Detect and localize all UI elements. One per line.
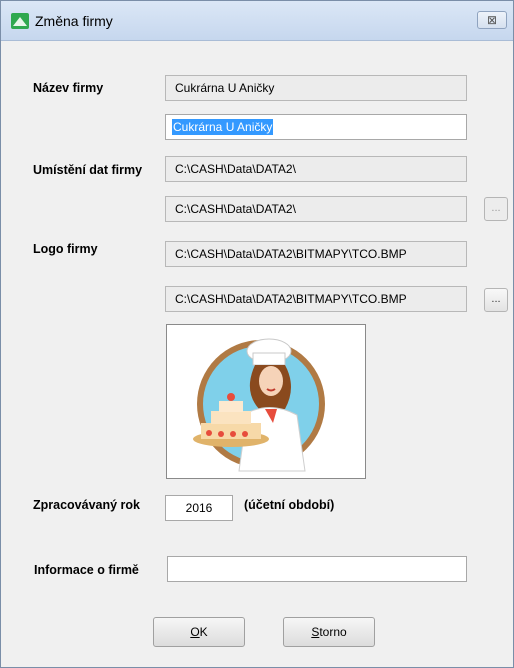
close-button[interactable]: ⊠ [477,11,507,29]
company-name-input-text: Cukrárna U Aničky [172,119,274,135]
window-title: Změna firmy [35,13,113,29]
year-note: (účetní období) [244,498,335,512]
cancel-label-rest: torno [319,625,347,639]
logo-input[interactable]: C:\CASH\Data\DATA2\BITMAPY\TCO.BMP [165,286,467,312]
app-logo-icon [11,13,29,29]
data-location-browse-button[interactable]: ... [484,197,508,221]
company-name-label: Název firmy [33,81,104,95]
ok-button[interactable]: OK [153,617,245,647]
title-bar[interactable]: Změna firmy ⊠ [1,1,513,41]
logo-preview [166,324,366,479]
data-location-label: Umístění dat firmy [33,163,143,177]
year-input[interactable]: 2016 [165,495,233,521]
data-location-current: C:\CASH\Data\DATA2\ [165,156,467,182]
company-info-input[interactable] [167,556,467,582]
dialog-window: Změna firmy ⊠ Název firmy Cukrárna U Ani… [0,0,514,668]
ok-label-rest: K [199,625,208,639]
company-name-input[interactable]: Cukrárna U Aničky [165,114,467,140]
logo-label: Logo firmy [33,242,98,256]
cancel-button[interactable]: Storno [283,617,375,647]
data-location-input[interactable]: C:\CASH\Data\DATA2\ [165,196,467,222]
year-label: Zpracovávaný rok [33,498,140,512]
logo-browse-button[interactable]: ... [484,288,508,312]
pastry-chef-logo-icon [173,331,361,474]
logo-current: C:\CASH\Data\DATA2\BITMAPY\TCO.BMP [165,241,467,267]
company-name-current: Cukrárna U Aničky [165,75,467,101]
close-icon: ⊠ [486,13,498,27]
company-info-label: Informace o firmě [34,563,139,577]
ok-accel: O [190,625,200,639]
